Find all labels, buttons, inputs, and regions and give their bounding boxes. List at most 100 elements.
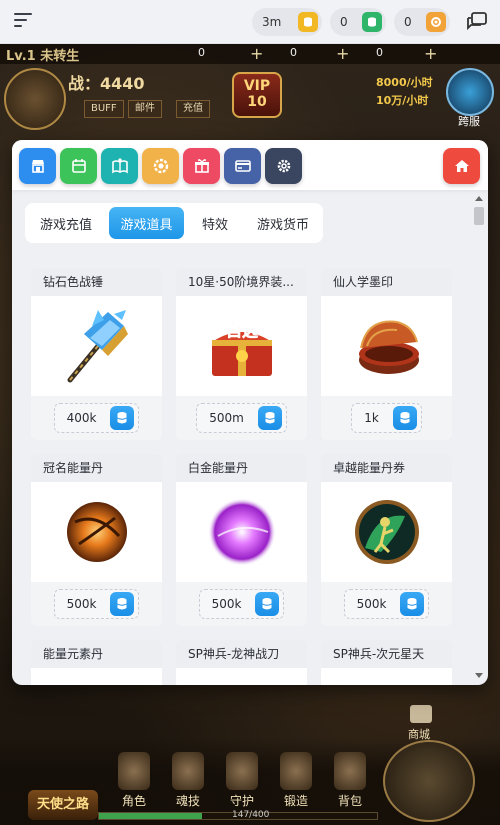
cross-server-icon[interactable] xyxy=(446,68,494,116)
soul-skill-icon xyxy=(172,752,204,790)
price-row: 500k xyxy=(31,582,162,626)
menu-icon[interactable] xyxy=(14,13,34,31)
price-row: 500k xyxy=(176,582,307,626)
resource-value: 0 xyxy=(376,46,383,59)
nav-label: 守护 xyxy=(229,794,254,808)
item-price: 500m xyxy=(209,411,244,425)
tab-effects[interactable]: 特效 xyxy=(190,207,240,239)
item-title: 能量元素丹 xyxy=(31,640,162,668)
chat-icon[interactable] xyxy=(466,11,488,33)
shop-modal-header xyxy=(12,140,488,190)
home-icon[interactable] xyxy=(443,148,480,184)
currency-pill[interactable]: 3m xyxy=(252,8,322,36)
vip-badge[interactable]: VIP 10 xyxy=(232,72,282,118)
main-attack-button[interactable] xyxy=(383,740,475,822)
buff-button[interactable]: BUFF xyxy=(84,100,124,118)
gift-icon[interactable] xyxy=(183,148,220,184)
price-row: 400k xyxy=(31,396,162,440)
currency-value: 0 xyxy=(404,15,412,29)
item-price: 500k xyxy=(356,597,387,611)
price-row: 500m xyxy=(176,396,307,440)
nav-soul-skill[interactable]: 魂技 xyxy=(168,752,208,809)
shop-item-card[interactable]: 钻石色战锤 400k xyxy=(31,268,162,440)
backpack-icon xyxy=(334,752,366,790)
price-button[interactable]: 1k xyxy=(351,403,422,433)
item-price: 1k xyxy=(364,411,379,425)
player-avatar[interactable] xyxy=(4,68,66,130)
mail-button[interactable]: 邮件 xyxy=(128,100,162,118)
card-icon[interactable] xyxy=(224,148,261,184)
currency-value: 3m xyxy=(262,15,282,29)
shop-cart-icon[interactable] xyxy=(410,705,432,723)
shop-item-card[interactable]: 白金能量丹 500k xyxy=(176,454,307,626)
purple-orb-icon xyxy=(176,482,307,582)
scroll-up-arrow[interactable] xyxy=(475,196,483,201)
forge-icon xyxy=(280,752,312,790)
currency-pill[interactable]: 0 xyxy=(330,8,386,36)
recharge-button[interactable]: 充值 xyxy=(176,100,210,118)
price-button[interactable]: 500k xyxy=(343,589,430,619)
currency-value: 0 xyxy=(340,15,348,29)
nav-label: 魂技 xyxy=(175,794,200,808)
shop-tabs: 游戏充值 游戏道具 特效 游戏货币 xyxy=(25,203,323,243)
shop-item-card[interactable]: SP神兵-龙神战刀 xyxy=(176,640,307,685)
price-row: 1k xyxy=(321,396,452,440)
coin-icon xyxy=(110,406,135,430)
coin-icon xyxy=(110,592,135,616)
nav-label: 角色 xyxy=(121,794,146,808)
green-gem-icon xyxy=(362,12,382,32)
price-button[interactable]: 500k xyxy=(53,589,140,619)
shop-item-card[interactable]: 10星·50阶境界装... 自选 500m xyxy=(176,268,307,440)
combat-power: 战：4440 xyxy=(68,74,145,93)
shop-item-card[interactable]: 能量元素丹 xyxy=(31,640,162,685)
shop-item-card[interactable]: 卓越能量丹券 500k xyxy=(321,454,452,626)
item-title: 钻石色战锤 xyxy=(31,268,162,296)
badge-icon[interactable] xyxy=(142,148,179,184)
currency-pill[interactable]: 0 xyxy=(394,8,450,36)
item-title: 白金能量丹 xyxy=(176,454,307,482)
item-title: 10星·50阶境界装... xyxy=(176,268,307,296)
tab-recharge[interactable]: 游戏充值 xyxy=(29,207,103,239)
nav-character[interactable]: 角色 xyxy=(114,752,154,809)
svg-text:自选: 自选 xyxy=(226,321,258,340)
item-title: 冠名能量丹 xyxy=(31,454,162,482)
shop-icon[interactable] xyxy=(19,148,56,184)
nav-forge[interactable]: 锻造 xyxy=(276,752,316,809)
price-button[interactable]: 400k xyxy=(53,403,140,433)
player-level: Lv.1 未转生 xyxy=(6,49,80,64)
shop-item-card[interactable]: 仙人学墨印 1k xyxy=(321,268,452,440)
shop-item-card[interactable]: 冠名能量丹 500k xyxy=(31,454,162,626)
shop-item-card[interactable]: SP神兵-次元星天 xyxy=(321,640,452,685)
orange-badge-icon xyxy=(426,12,446,32)
price-button[interactable]: 500k xyxy=(198,589,285,619)
top-app-bar: 3m 0 0 xyxy=(0,0,500,44)
item-image xyxy=(321,668,452,685)
coin-icon xyxy=(257,406,282,430)
orange-orb-icon xyxy=(31,482,162,582)
scrollbar-thumb[interactable] xyxy=(474,207,484,225)
gold-rate: 8000/小时 xyxy=(376,76,433,89)
add-resource-button[interactable]: + xyxy=(336,44,349,63)
nav-guardian[interactable]: 守护 xyxy=(222,752,262,809)
angel-road-button[interactable]: 天使之路 xyxy=(28,790,98,820)
price-button[interactable]: 500m xyxy=(196,403,287,433)
nav-backpack[interactable]: 背包 xyxy=(330,752,370,809)
item-image xyxy=(31,668,162,685)
guardian-icon xyxy=(226,752,258,790)
tab-currency[interactable]: 游戏货币 xyxy=(246,207,320,239)
coin-icon xyxy=(400,592,425,616)
item-price: 500k xyxy=(66,597,97,611)
add-resource-button[interactable]: + xyxy=(424,44,437,63)
item-price: 500k xyxy=(211,597,242,611)
tab-items[interactable]: 游戏道具 xyxy=(109,207,184,239)
treasure-chest-icon: 自选 xyxy=(176,296,307,396)
calendar-icon[interactable] xyxy=(60,148,97,184)
green-coin-icon xyxy=(321,482,452,582)
book-icon[interactable] xyxy=(101,148,138,184)
item-title: 卓越能量丹券 xyxy=(321,454,452,482)
add-resource-button[interactable]: + xyxy=(250,44,263,63)
item-price: 400k xyxy=(66,411,97,425)
scroll-down-arrow[interactable] xyxy=(475,673,483,678)
resource-value: 0 xyxy=(198,46,205,59)
settings-icon[interactable] xyxy=(265,148,302,184)
